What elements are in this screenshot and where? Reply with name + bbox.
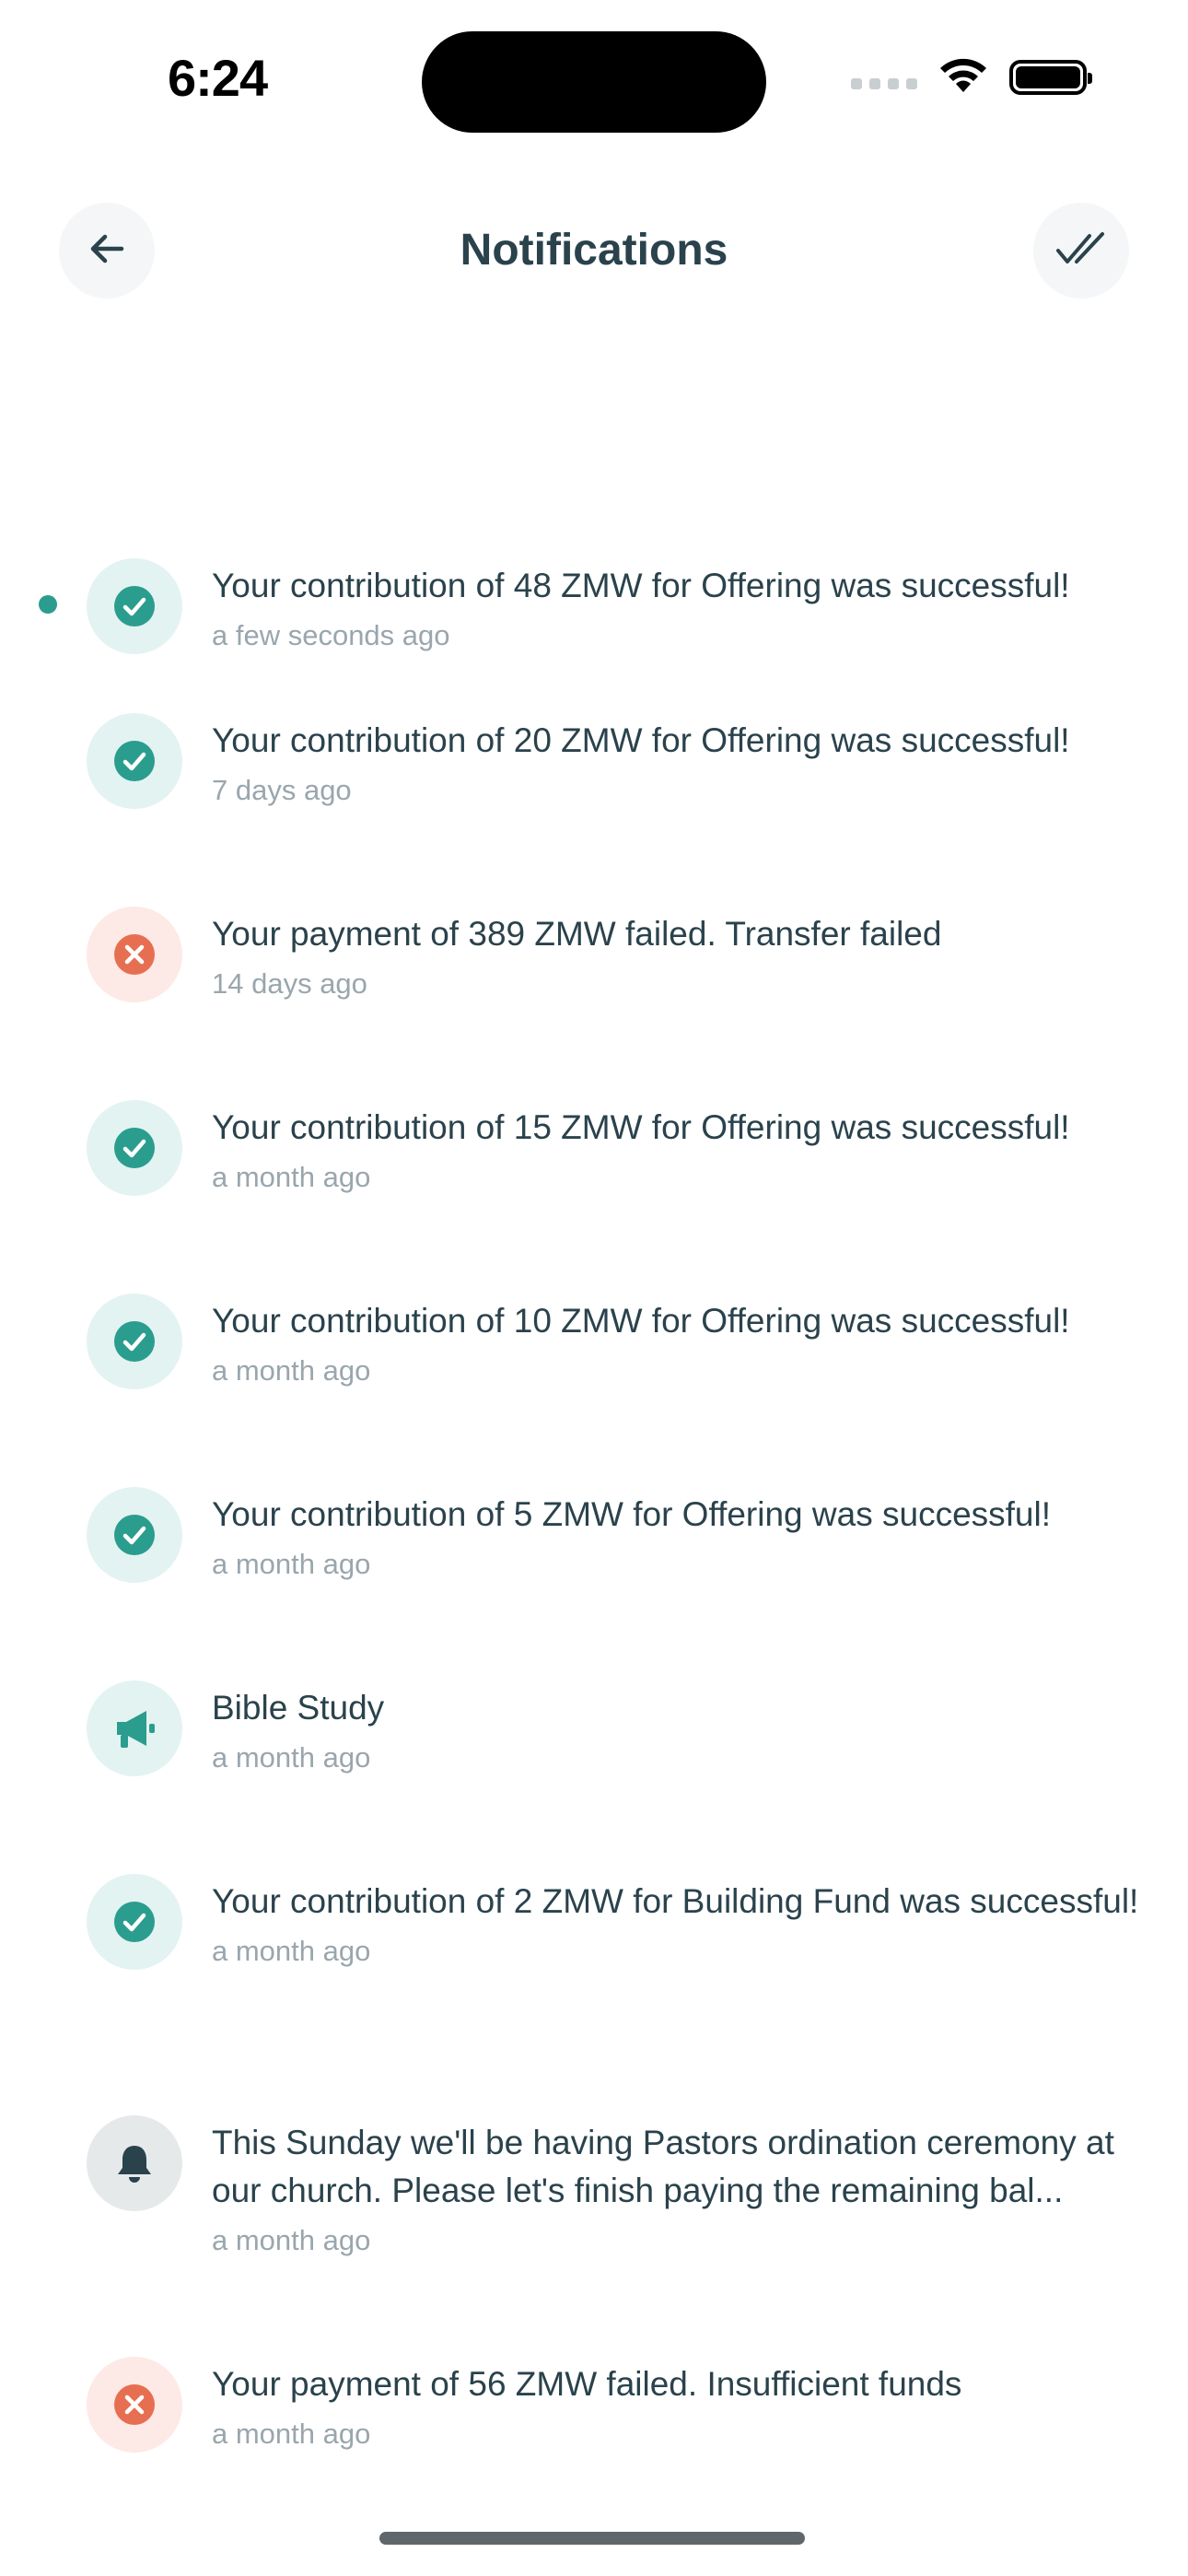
notification-avatar <box>87 907 182 1002</box>
notification-message: Your contribution of 5 ZMW for Offering … <box>212 1495 1051 1533</box>
notification-time: a month ago <box>212 1935 371 1967</box>
notification-time: a month ago <box>212 1161 371 1193</box>
double-check-icon <box>1054 228 1108 274</box>
notification-time: a month ago <box>212 1548 371 1580</box>
notification-avatar <box>87 1680 182 1776</box>
notification-message: Your contribution of 15 ZMW for Offering… <box>212 1108 1070 1146</box>
notification-avatar <box>87 2115 182 2211</box>
x-circle-icon <box>112 932 157 977</box>
notification-time: a month ago <box>212 2418 371 2450</box>
notification-item[interactable]: Your payment of 56 ZMW failed. Insuffici… <box>0 2342 1188 2453</box>
notification-message: Your contribution of 2 ZMW for Building … <box>212 1882 1139 1920</box>
notification-item[interactable]: Your contribution of 15 ZMW for Offering… <box>0 1085 1188 1196</box>
check-circle-icon <box>112 1900 157 1944</box>
unread-dot <box>39 595 57 614</box>
notification-list[interactable]: Your contribution of 48 ZMW for Offering… <box>0 350 1188 2478</box>
notification-message: Bible Study <box>212 1689 385 1727</box>
status-icons <box>851 55 1092 99</box>
notification-avatar <box>87 1100 182 1196</box>
check-circle-icon <box>112 1513 157 1557</box>
megaphone-icon <box>110 1704 159 1753</box>
mark-all-read-button[interactable] <box>1033 203 1129 299</box>
notification-time: 14 days ago <box>212 967 367 1000</box>
home-indicator[interactable] <box>379 2532 805 2545</box>
notification-avatar <box>87 1487 182 1583</box>
notification-message: Your contribution of 20 ZMW for Offering… <box>212 721 1070 759</box>
notification-time: 7 days ago <box>212 774 352 806</box>
notification-time: a month ago <box>212 1354 371 1387</box>
notification-item[interactable]: Your payment of 389 ZMW failed. Transfer… <box>0 892 1188 1002</box>
notification-item[interactable]: Your contribution of 20 ZMW for Offering… <box>0 698 1188 809</box>
notification-item[interactable]: Your contribution of 5 ZMW for Offering … <box>0 1472 1188 1583</box>
notification-time: a few seconds ago <box>212 619 450 651</box>
notification-message: This Sunday we'll be having Pastors ordi… <box>212 2124 1114 2209</box>
page-title: Notifications <box>460 226 728 275</box>
notification-message: Your contribution of 10 ZMW for Offering… <box>212 1302 1070 1340</box>
notification-message: Your contribution of 48 ZMW for Offering… <box>212 567 1070 604</box>
bell-icon <box>111 2140 157 2186</box>
wifi-icon <box>938 55 989 99</box>
notification-item[interactable]: Your contribution of 2 ZMW for Building … <box>0 1859 1188 1970</box>
notification-message: Your payment of 389 ZMW failed. Transfer… <box>212 915 942 953</box>
notification-item[interactable]: Your contribution of 10 ZMW for Offering… <box>0 1279 1188 1389</box>
notification-message: Your payment of 56 ZMW failed. Insuffici… <box>212 2365 962 2403</box>
notification-avatar <box>87 713 182 809</box>
status-bar: 6:24 <box>0 0 1188 157</box>
notification-avatar <box>87 1294 182 1389</box>
notification-avatar <box>87 2357 182 2453</box>
notification-item[interactable]: This Sunday we'll be having Pastors ordi… <box>0 2101 1188 2259</box>
notification-avatar <box>87 558 182 654</box>
check-circle-icon <box>112 739 157 783</box>
check-circle-icon <box>112 1126 157 1170</box>
notification-time: a month ago <box>212 2224 371 2256</box>
cellular-signal-icon <box>851 77 917 89</box>
status-time: 6:24 <box>168 49 268 107</box>
header: Notifications <box>0 193 1188 304</box>
notification-time: a month ago <box>212 1741 371 1774</box>
battery-icon <box>1009 59 1092 95</box>
check-circle-icon <box>112 584 157 628</box>
notification-avatar <box>87 1874 182 1970</box>
notification-item[interactable]: Your contribution of 48 ZMW for Offering… <box>0 544 1188 654</box>
notification-item[interactable]: Bible Study a month ago <box>0 1666 1188 1776</box>
x-circle-icon <box>112 2383 157 2427</box>
dynamic-island <box>422 31 766 133</box>
check-circle-icon <box>112 1319 157 1364</box>
